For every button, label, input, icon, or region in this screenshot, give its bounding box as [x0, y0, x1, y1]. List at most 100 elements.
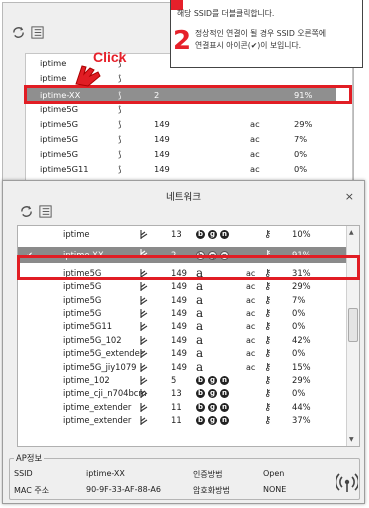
ssid-value: iptime-XX [86, 469, 125, 478]
network-row[interactable]: iptime_cji_n704bcm 13 b g n ⚷ 0% [18, 387, 347, 400]
list-view-icon[interactable] [30, 25, 45, 40]
channel: 149 [171, 334, 187, 345]
signal-percent: 42% [292, 334, 311, 345]
network-row[interactable]: iptime_extender 11 b g n ⚷ 37% [18, 414, 347, 427]
auth-value: Open [263, 469, 285, 478]
background-network-row[interactable]: iptime5G11 ⟆ 149 ac 0% [26, 163, 336, 176]
signal-icon [139, 268, 149, 283]
signal-icon [139, 362, 149, 377]
standard: ac [250, 134, 260, 144]
wifi-badge-g: g [208, 416, 217, 426]
signal-percent: 0% [292, 308, 306, 318]
signal-icon: ⟆ [118, 104, 122, 114]
background-network-row[interactable]: iptime5G ⟆ 149 ac 29% [26, 118, 336, 131]
wifi-standard-badges: bgn [196, 228, 232, 241]
standard: ac [250, 149, 260, 159]
network-row[interactable]: iptime5G 149 a ac ⚷ 7% [18, 292, 347, 310]
network-ssid: iptime [63, 229, 90, 239]
signal-icon [139, 388, 149, 403]
mac-label: MAC 주소 [14, 486, 50, 495]
click-hand-icon [75, 65, 101, 87]
wifi-badge-n: n [220, 376, 229, 385]
network-ssid: iptime_extender [63, 401, 132, 412]
network-row[interactable]: iptime5G 149 a ac ⚷ 0% [18, 306, 347, 323]
network-row[interactable]: iptime5G_102 149 a ac ⚷ 42% [18, 333, 347, 350]
signal-icon [139, 348, 149, 363]
network-ssid: iptime [40, 73, 67, 83]
scrollbar-thumb[interactable] [348, 308, 358, 342]
network-row[interactable]: iptime 13 b g n ⚷ 10% [18, 228, 347, 241]
mac-value: 90-9F-33-AF-88-A6 [86, 485, 161, 494]
network-ssid: iptime [40, 58, 67, 68]
plug-icon: ⚷ [264, 388, 272, 400]
wifi-badge-g: g [208, 389, 217, 399]
channel: 149 [154, 149, 170, 159]
background-network-row[interactable]: iptime-XX ⟆ 2 91% [26, 88, 336, 103]
wifi-badge-a: a [196, 292, 204, 307]
network-list[interactable]: iptime_extender 11 b g n ⚷ 37% iptime_extender 1… [17, 225, 360, 447]
wifi-badge-a: a [196, 279, 204, 294]
close-icon[interactable]: × [345, 190, 354, 203]
signal-icon [139, 402, 149, 417]
network-row[interactable]: iptime5G11 149 a ac ⚷ 0% [18, 320, 347, 333]
channel: 13 [171, 388, 182, 399]
network-ssid: iptime5G [63, 281, 102, 292]
network-window: 네트워크 × iptime_extender 11 b g n ⚷ 37% iptime_ex… [2, 180, 365, 504]
refresh-icon[interactable] [11, 25, 26, 40]
wifi-standard: ac [246, 282, 256, 292]
wifi-standard-badges: a [196, 359, 204, 375]
wifi-standard: ac [246, 309, 256, 318]
network-row[interactable]: iptime5G_jiy1079 149 a ac ⚷ 15% [18, 359, 347, 377]
scroll-up-icon[interactable]: ▲ [349, 229, 354, 236]
plug-icon: ⚷ [264, 348, 272, 360]
network-row[interactable]: iptime_102 5 b g n ⚷ 29% [18, 374, 347, 387]
wifi-standard-badges: a [196, 333, 203, 348]
refresh-icon[interactable] [19, 204, 34, 219]
background-network-row[interactable]: iptime5G ⟆ 149 ac 0% [26, 148, 336, 161]
signal-percent: 7% [292, 294, 306, 305]
network-row[interactable]: iptime_extender 11 b g n ⚷ 44% [18, 401, 347, 414]
network-row[interactable]: ✔ iptime-XX 2 b g n ⚷ 91% [18, 247, 347, 264]
wifi-antenna-icon [336, 473, 358, 492]
network-ssid: iptime5G11 [63, 321, 113, 332]
wifi-badge-n: n [220, 416, 229, 426]
network-ssid: iptime_102 [63, 375, 110, 385]
signal-percent: 91% [292, 250, 311, 261]
wifi-badge-g: g [208, 376, 217, 385]
window-title: 네트워크 [166, 192, 201, 203]
wifi-badge-b: b [196, 402, 205, 412]
signal-icon: ⟆ [118, 164, 122, 174]
plug-icon: ⚷ [264, 267, 272, 279]
wifi-standard-badges: bgn [196, 247, 232, 263]
channel: 149 [171, 348, 187, 359]
wifi-badge-n: n [220, 389, 229, 399]
wifi-badge-n: n [220, 251, 229, 261]
network-row[interactable]: iptime5G 149 a ac ⚷ 31% [18, 266, 347, 283]
background-network-row[interactable]: iptime5G ⟆ 149 ac 7% [26, 133, 336, 146]
plug-icon: ⚷ [264, 249, 272, 261]
signal-icon [139, 295, 149, 310]
wifi-badge-b: b [196, 376, 205, 385]
signal-icon [139, 335, 149, 350]
signal-percent: 0% [292, 348, 306, 359]
network-row[interactable]: iptime5G 149 a ac ⚷ 29% [18, 279, 347, 294]
plug-icon: ⚷ [264, 334, 272, 346]
wifi-badge-a: a [196, 346, 204, 361]
signal-percent: 37% [292, 415, 311, 426]
network-ssid: iptime5G11 [40, 164, 89, 174]
signal-icon: ⟆ [118, 149, 122, 159]
ap-info-panel: AP정보 SSID iptime-XX 인증방법 Open MAC 주소 90-… [9, 452, 360, 500]
wifi-standard: ac [246, 362, 256, 372]
list-view-icon[interactable] [38, 204, 53, 219]
background-network-row[interactable]: iptime5G ⟆ [26, 103, 336, 116]
signal-icon [139, 248, 149, 264]
scroll-down-icon[interactable]: ▼ [349, 436, 354, 443]
network-row[interactable]: iptime5G_extender 149 a ac ⚷ 0% [18, 346, 347, 363]
wifi-badge-b: b [196, 251, 205, 261]
signal-percent: 29% [292, 281, 311, 292]
instruction-callout: 해당 SSID를 더블클릭합니다. 2 정상적인 연결이 될 경우 SSID 오… [170, 0, 363, 68]
signal-percent: 91% [294, 90, 313, 100]
wifi-badge-a: a [196, 359, 204, 374]
signal-icon [139, 308, 149, 323]
list-scrollbar[interactable]: ▲ ▼ [346, 226, 359, 446]
